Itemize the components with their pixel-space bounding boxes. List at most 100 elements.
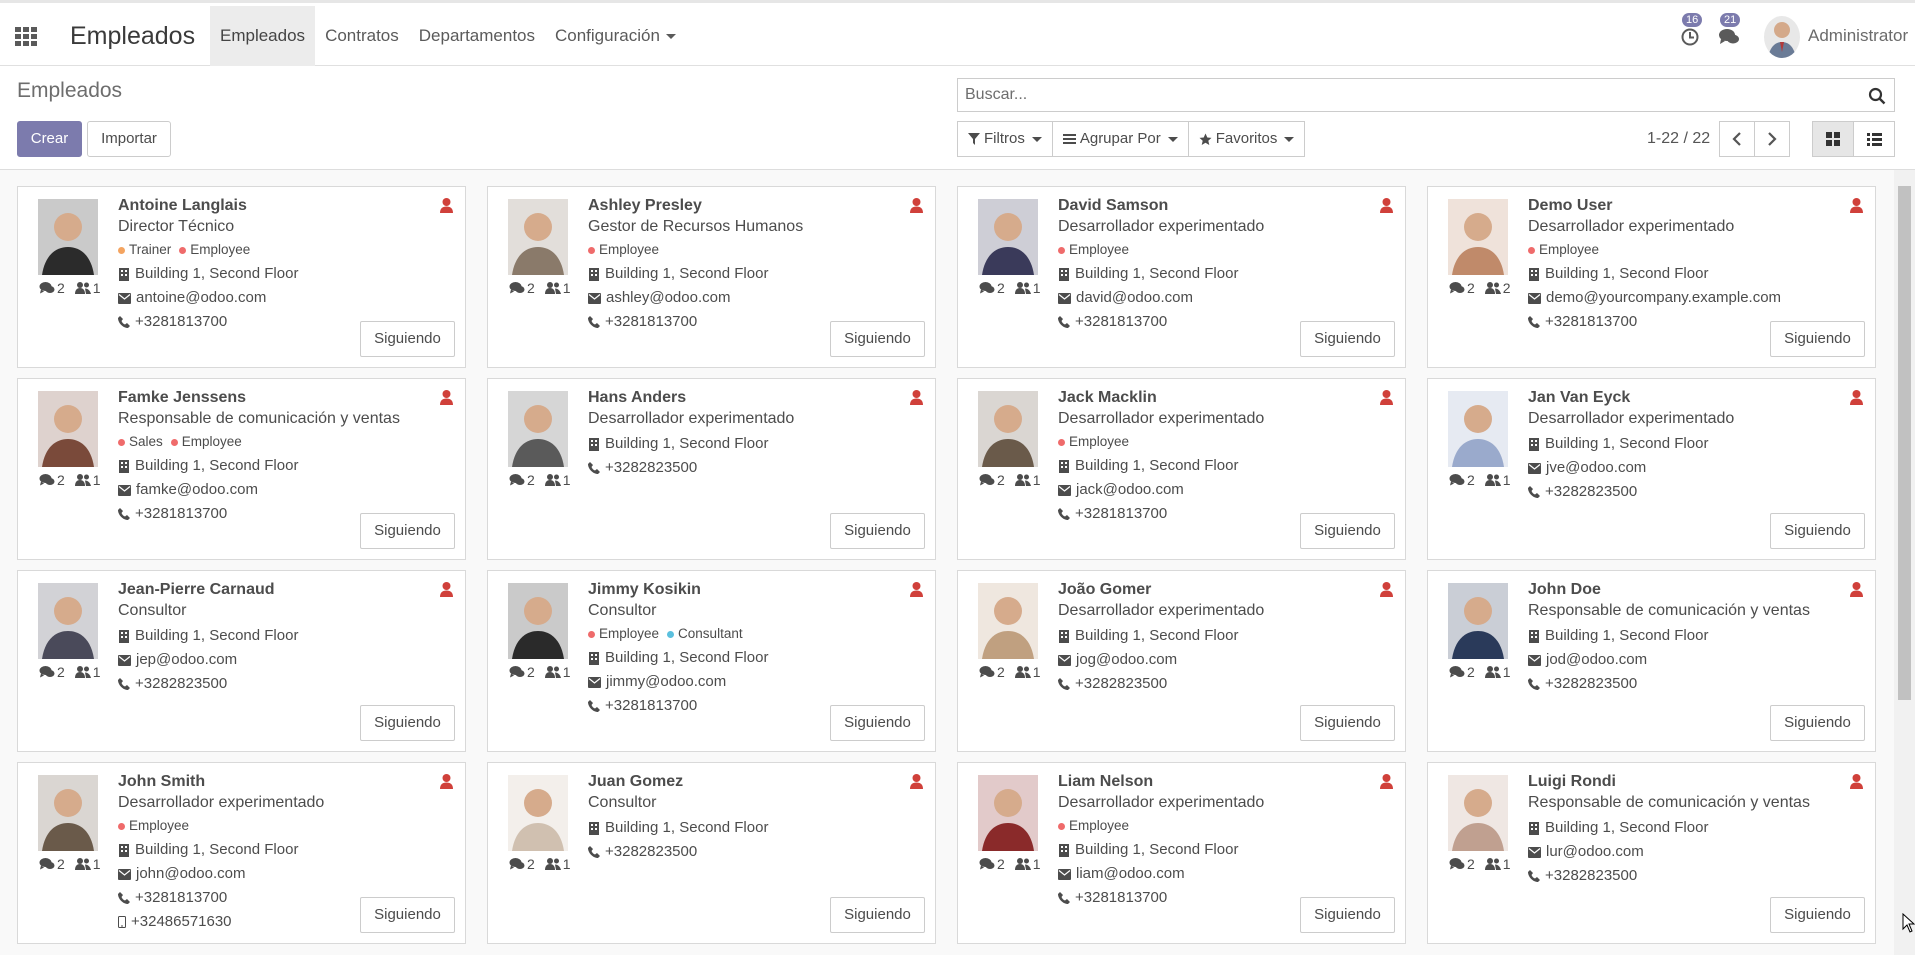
employee-email[interactable]: jimmy@odoo.com — [588, 670, 925, 694]
following-button[interactable]: Siguiendo — [1300, 705, 1395, 741]
employee-photo[interactable] — [968, 197, 1048, 277]
employee-photo[interactable] — [498, 389, 578, 469]
employee-card[interactable]: 2 1 João Gomer Desarrollador experimentado B… — [957, 570, 1406, 752]
employee-tag[interactable]: Trainer — [118, 238, 171, 262]
following-button[interactable]: Siguiendo — [360, 513, 455, 549]
employee-email[interactable]: jog@odoo.com — [1058, 648, 1395, 672]
employee-tag[interactable]: Employee — [118, 814, 189, 838]
following-button[interactable]: Siguiendo — [1770, 705, 1865, 741]
employee-tag[interactable]: Employee — [170, 430, 242, 454]
employee-photo[interactable] — [28, 389, 108, 469]
following-button[interactable]: Siguiendo — [830, 705, 925, 741]
employee-tag[interactable]: Employee — [1058, 814, 1129, 838]
following-button[interactable]: Siguiendo — [830, 897, 925, 933]
employee-email[interactable]: antoine@odoo.com — [118, 286, 455, 310]
employee-photo[interactable] — [28, 773, 108, 853]
activities-button[interactable]: 16 — [1680, 13, 1703, 47]
favorites-button[interactable]: Favoritos — [1187, 121, 1306, 157]
employee-photo[interactable] — [498, 581, 578, 661]
menu-item-departamentos[interactable]: Departamentos — [409, 6, 545, 66]
employee-card[interactable]: 2 1 Antoine Langlais Director Técnico Traine… — [17, 186, 466, 368]
following-button[interactable]: Siguiendo — [360, 897, 455, 933]
employee-tag[interactable]: Employee — [179, 238, 250, 262]
employee-email[interactable]: jack@odoo.com — [1058, 478, 1395, 502]
employee-photo[interactable] — [1438, 389, 1518, 469]
employee-phone[interactable]: +3282823500 — [1528, 480, 1865, 504]
pager-previous-button[interactable] — [1719, 121, 1755, 157]
employee-tag[interactable]: Employee — [588, 622, 659, 646]
employee-tag[interactable]: Employee — [1058, 238, 1129, 262]
employee-tag[interactable]: Employee — [1528, 238, 1599, 262]
employee-phone[interactable]: +3282823500 — [588, 456, 925, 480]
group-by-button[interactable]: Agrupar Por — [1051, 121, 1189, 157]
employee-email[interactable]: lur@odoo.com — [1528, 840, 1865, 864]
employee-card[interactable]: 2 1 David Samson Desarrollador experimentad… — [957, 186, 1406, 368]
employee-card[interactable]: 2 1 Luigi Rondi Responsable de comunicación… — [1427, 762, 1876, 944]
scrollbar-thumb[interactable] — [1898, 186, 1911, 700]
search-input[interactable] — [958, 79, 1838, 111]
kanban-view-button[interactable] — [1812, 121, 1854, 157]
employee-photo[interactable] — [968, 581, 1048, 661]
employee-phone[interactable]: +3282823500 — [1528, 864, 1865, 888]
following-button[interactable]: Siguiendo — [360, 705, 455, 741]
employee-tag[interactable]: Employee — [1058, 430, 1129, 454]
employee-email[interactable]: jep@odoo.com — [118, 648, 455, 672]
employee-photo[interactable] — [968, 389, 1048, 469]
following-button[interactable]: Siguiendo — [1770, 513, 1865, 549]
menu-item-contratos[interactable]: Contratos — [315, 6, 409, 66]
filters-button[interactable]: Filtros — [957, 121, 1053, 157]
employee-tag[interactable]: Consultant — [667, 622, 743, 646]
following-button[interactable]: Siguiendo — [1770, 897, 1865, 933]
employee-photo[interactable] — [968, 773, 1048, 853]
messages-button[interactable]: 21 — [1718, 13, 1741, 47]
list-view-button[interactable] — [1853, 121, 1895, 157]
employee-photo[interactable] — [28, 197, 108, 277]
create-button[interactable]: Crear — [17, 121, 82, 157]
employee-tag[interactable]: Sales — [118, 430, 163, 454]
employee-email[interactable]: david@odoo.com — [1058, 286, 1395, 310]
employee-phone[interactable]: +3282823500 — [1058, 672, 1395, 696]
user-avatar[interactable] — [1764, 16, 1800, 58]
employee-card[interactable]: 2 1 John Doe Responsable de comunicación y … — [1427, 570, 1876, 752]
employee-card[interactable]: 2 1 Jack Macklin Desarrollador experimentad… — [957, 378, 1406, 560]
employee-card[interactable]: 2 1 Famke Jenssens Responsable de comunicac… — [17, 378, 466, 560]
employee-email[interactable]: jve@odoo.com — [1528, 456, 1865, 480]
following-button[interactable]: Siguiendo — [830, 513, 925, 549]
employee-email[interactable]: liam@odoo.com — [1058, 862, 1395, 886]
menu-item-empleados[interactable]: Empleados — [210, 6, 316, 66]
following-button[interactable]: Siguiendo — [1300, 897, 1395, 933]
vertical-scrollbar[interactable] — [1894, 170, 1915, 955]
employee-phone[interactable]: +3282823500 — [118, 672, 455, 696]
employee-phone[interactable]: +3282823500 — [588, 840, 925, 864]
employee-photo[interactable] — [498, 197, 578, 277]
employee-email[interactable]: famke@odoo.com — [118, 478, 455, 502]
employee-email[interactable]: ashley@odoo.com — [588, 286, 925, 310]
following-button[interactable]: Siguiendo — [1300, 513, 1395, 549]
employee-email[interactable]: jod@odoo.com — [1528, 648, 1865, 672]
employee-photo[interactable] — [498, 773, 578, 853]
employee-card[interactable]: 2 1 Liam Nelson Desarrollador experimentado… — [957, 762, 1406, 944]
employee-tag[interactable]: Employee — [588, 238, 659, 262]
employee-card[interactable]: 2 1 Hans Anders Desarrollador experimentado… — [487, 378, 936, 560]
following-button[interactable]: Siguiendo — [830, 321, 925, 357]
employee-photo[interactable] — [28, 581, 108, 661]
employee-email[interactable]: john@odoo.com — [118, 862, 455, 886]
menu-item-configuracion[interactable]: Configuración — [545, 6, 686, 66]
following-button[interactable]: Siguiendo — [360, 321, 455, 357]
employee-card[interactable]: 2 1 John Smith Desarrollador experimentado E… — [17, 762, 466, 944]
employee-card[interactable]: 2 2 Demo User Desarrollador experimentado Em… — [1427, 186, 1876, 368]
pager-next-button[interactable] — [1754, 121, 1790, 157]
employee-photo[interactable] — [1438, 197, 1518, 277]
employee-card[interactable]: 2 1 Ashley Presley Gestor de Recursos Human… — [487, 186, 936, 368]
pager-value[interactable]: 1-22 / 22 — [1647, 130, 1710, 148]
employee-card[interactable]: 2 1 Jimmy Kosikin Consultor Employee Consulta… — [487, 570, 936, 752]
employee-card[interactable]: 2 1 Jan Van Eyck Desarrollador experimentad… — [1427, 378, 1876, 560]
following-button[interactable]: Siguiendo — [1770, 321, 1865, 357]
employee-card[interactable]: 2 1 Juan Gomez Consultor Building 1, Second … — [487, 762, 936, 944]
import-button[interactable]: Importar — [87, 121, 171, 157]
apps-grid-icon[interactable] — [15, 27, 37, 46]
employee-email[interactable]: demo@yourcompany.example.com — [1528, 286, 1865, 310]
user-name[interactable]: Administrator — [1808, 26, 1908, 46]
employee-photo[interactable] — [1438, 773, 1518, 853]
employee-card[interactable]: 2 1 Jean-Pierre Carnaud Consultor Building 1… — [17, 570, 466, 752]
